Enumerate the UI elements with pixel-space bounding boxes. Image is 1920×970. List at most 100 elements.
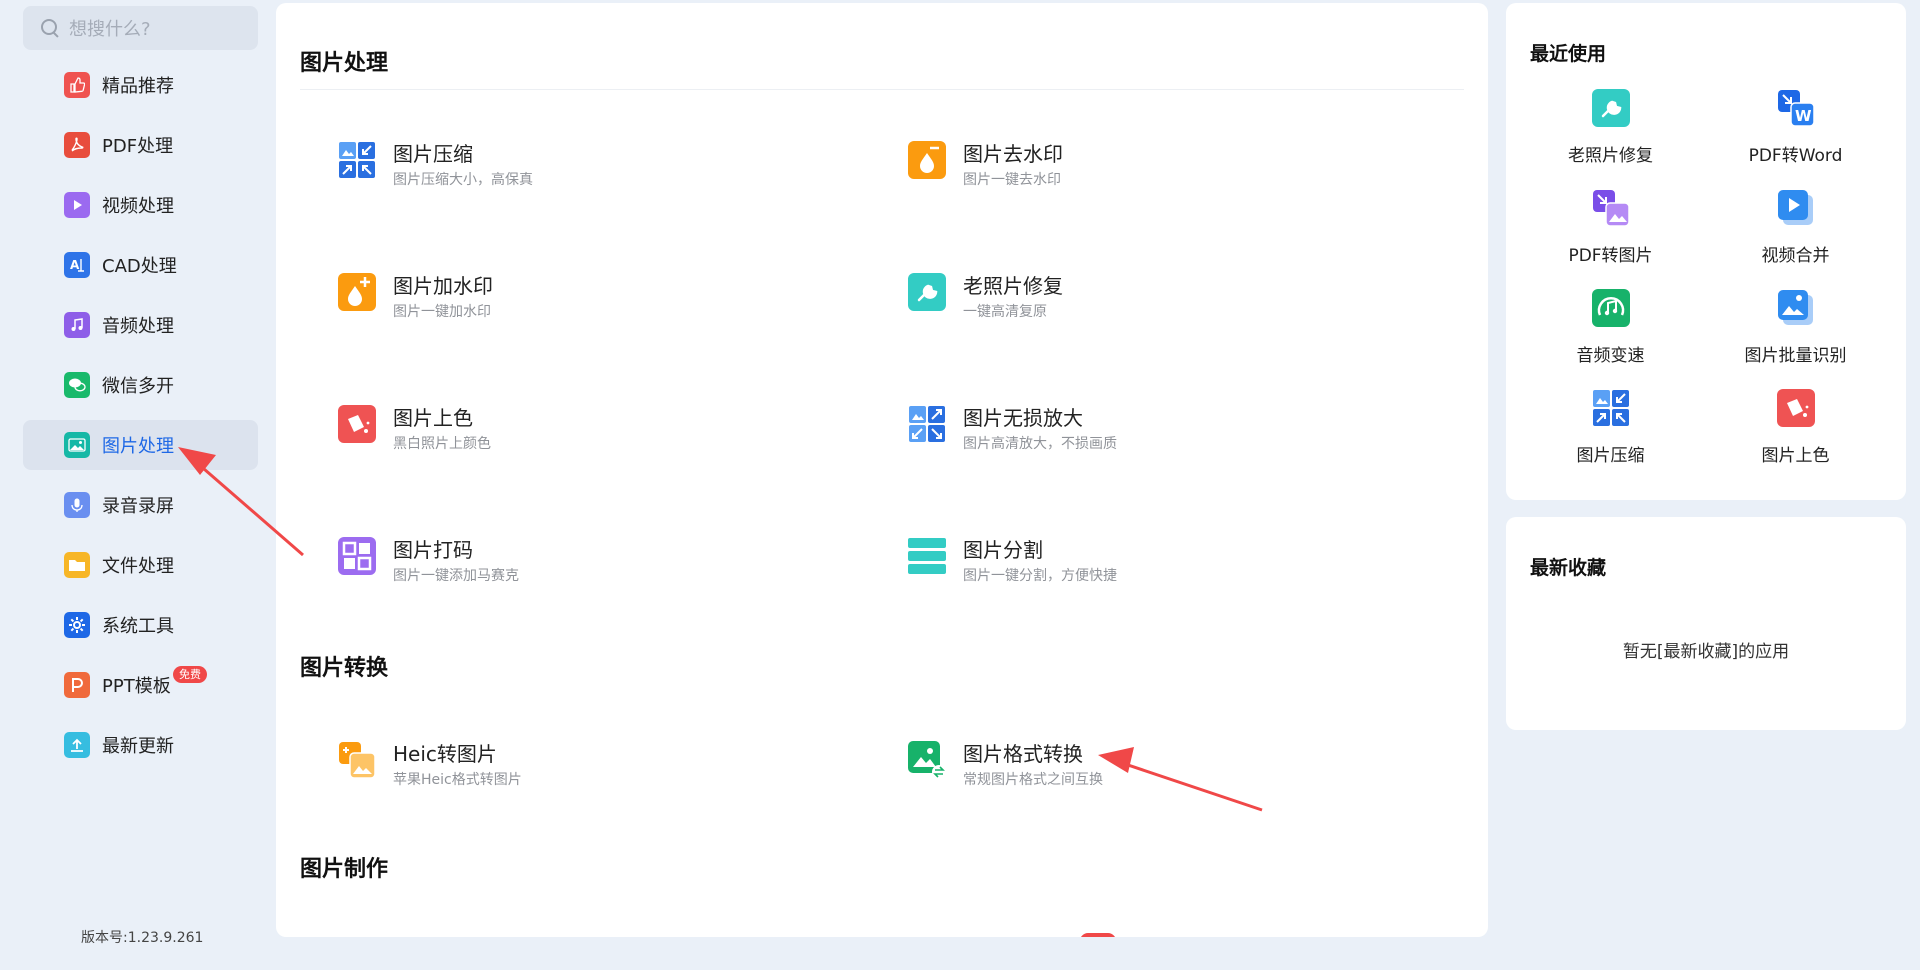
tool-description: 图片一键去水印 — [963, 172, 1061, 188]
recent-item-label: PDF转Word — [1748, 146, 1843, 166]
tool-remove-watermark[interactable]: 图片去水印 图片一键去水印 — [908, 141, 1408, 189]
sidebar-item-recommended[interactable]: 精品推荐 — [23, 60, 258, 110]
sidebar-item-image[interactable]: 图片处理 — [23, 420, 258, 470]
sidebar-item-files[interactable]: 文件处理 — [23, 540, 258, 590]
recent-item-label: 图片上色 — [1761, 446, 1830, 466]
mosaic-icon — [338, 537, 376, 575]
folder-icon — [64, 552, 90, 578]
sidebar: 想搜什么? 精品推荐 PDF处理 视频处理 A CAD处理 音频处理 微信多开 … — [0, 0, 270, 970]
sidebar-item-label: 最新更新 — [102, 736, 174, 757]
sidebar-item-updates[interactable]: 最新更新 — [23, 720, 258, 770]
tool-mosaic[interactable]: 图片打码 图片一键添加马赛克 — [338, 537, 838, 585]
sidebar-item-audio[interactable]: 音频处理 — [23, 300, 258, 350]
recent-item-label: 图片压缩 — [1576, 446, 1645, 466]
recent-item-label: 音频变速 — [1576, 346, 1645, 366]
favorites-empty-text: 暂无[最新收藏]的应用 — [1622, 642, 1790, 662]
colorize-icon — [338, 405, 376, 443]
sidebar-item-ppt[interactable]: PPT模板 免费 — [23, 660, 258, 710]
gear-icon — [64, 612, 90, 638]
photo-repair-icon — [1591, 89, 1630, 127]
tool-description: 图片压缩大小，高保真 — [393, 172, 533, 188]
tool-name: 图片加水印 — [393, 274, 493, 298]
tool-split[interactable]: 图片分割 图片一键分割，方便快捷 — [908, 537, 1408, 585]
tool-description: 一键高清复原 — [963, 304, 1047, 320]
tool-description: 图片一键添加马赛克 — [393, 568, 519, 584]
tool-upscale[interactable]: 图片无损放大 图片高清放大，不损画质 — [908, 405, 1408, 453]
tool-description: 图片一键加水印 — [393, 304, 491, 320]
sidebar-item-video[interactable]: 视频处理 — [23, 180, 258, 230]
pdf-icon — [64, 132, 90, 158]
sidebar-item-label: 系统工具 — [102, 616, 174, 637]
recent-item[interactable]: 图片上色 — [1703, 389, 1888, 466]
sidebar-item-wechat[interactable]: 微信多开 — [23, 360, 258, 410]
tool-photo-repair[interactable]: 老照片修复 一键高清复原 — [908, 273, 1408, 321]
favorites-card: 最新收藏 暂无[最新收藏]的应用 — [1506, 517, 1906, 730]
tool-add-watermark[interactable]: 图片加水印 图片一键加水印 — [338, 273, 838, 321]
recent-item[interactable]: PDF转图片 — [1518, 189, 1703, 266]
thumbs-up-icon — [64, 72, 90, 98]
sidebar-item-label: 视频处理 — [102, 196, 174, 217]
divider — [300, 89, 1464, 90]
tool-colorize[interactable]: 图片上色 黑白照片上颜色 — [338, 405, 838, 453]
section-title-image-conversion: 图片转换 — [300, 656, 389, 681]
svg-text:A: A — [70, 258, 80, 272]
format-convert-icon — [908, 741, 946, 779]
recent-title: 最近使用 — [1530, 43, 1607, 65]
favorites-title: 最新收藏 — [1530, 557, 1607, 579]
tool-name: 图片压缩 — [393, 142, 473, 166]
partial-badge — [1080, 933, 1116, 937]
recent-item[interactable]: 音频变速 — [1518, 289, 1703, 366]
tool-description: 图片高清放大，不损画质 — [963, 436, 1117, 452]
upscale-icon — [909, 406, 945, 442]
main-panel: 图片处理 图片压缩 图片压缩大小，高保真 图片去水印 图片一键去水印 图片加水印… — [276, 3, 1488, 937]
tool-image-compress[interactable]: 图片压缩 图片压缩大小，高保真 — [338, 141, 838, 189]
svg-text:W: W — [1795, 107, 1812, 125]
tool-description: 黑白照片上颜色 — [393, 436, 491, 452]
recent-item-label: PDF转图片 — [1568, 246, 1653, 266]
search-icon — [41, 19, 59, 37]
tool-name: 老照片修复 — [963, 274, 1063, 298]
image-compress-icon — [339, 142, 375, 178]
search-box[interactable]: 想搜什么? — [23, 6, 258, 50]
sidebar-item-label: 文件处理 — [102, 556, 174, 577]
wechat-icon — [64, 372, 90, 398]
sidebar-item-label: PDF处理 — [102, 136, 174, 157]
ppt-icon — [64, 672, 90, 698]
recent-item[interactable]: 图片压缩 — [1518, 389, 1703, 466]
sidebar-item-label: 精品推荐 — [102, 76, 174, 97]
recent-item-label: 视频合并 — [1761, 246, 1830, 266]
sidebar-item-pdf[interactable]: PDF处理 — [23, 120, 258, 170]
sidebar-item-system-tools[interactable]: 系统工具 — [23, 600, 258, 650]
sidebar-nav: 精品推荐 PDF处理 视频处理 A CAD处理 音频处理 微信多开 图片处理 录… — [23, 60, 258, 780]
sidebar-item-recording[interactable]: 录音录屏 — [23, 480, 258, 530]
recent-item[interactable]: 视频合并 — [1703, 189, 1888, 266]
section-title-image-processing: 图片处理 — [300, 51, 389, 76]
music-note-icon — [64, 312, 90, 338]
tool-name: 图片分割 — [963, 538, 1043, 562]
recent-card: 最近使用 老照片修复 W PDF转Word PDF转图片 视频合并 音频变速 图… — [1506, 3, 1906, 500]
add-watermark-icon — [338, 273, 376, 311]
video-play-icon — [64, 192, 90, 218]
microphone-icon — [64, 492, 90, 518]
remove-watermark-icon — [908, 141, 946, 179]
sidebar-item-cad[interactable]: A CAD处理 — [23, 240, 258, 290]
tool-heic-convert[interactable]: Heic转图片 苹果Heic格式转图片 — [338, 741, 838, 789]
sidebar-item-label: 录音录屏 — [102, 496, 174, 517]
image-compress-icon — [1592, 390, 1629, 426]
tool-name: 图片打码 — [393, 538, 473, 562]
search-placeholder: 想搜什么? — [69, 19, 151, 40]
photo-repair-icon — [908, 273, 946, 311]
sidebar-item-label: 微信多开 — [102, 376, 174, 397]
sidebar-item-label: 音频处理 — [102, 316, 174, 337]
image-icon — [64, 432, 90, 458]
heic-convert-icon — [339, 742, 376, 779]
tool-description: 图片一键分割，方便快捷 — [963, 568, 1117, 584]
recent-item[interactable]: 老照片修复 — [1518, 89, 1703, 166]
recent-item[interactable]: W PDF转Word — [1703, 89, 1888, 166]
tool-name: Heic转图片 — [393, 742, 497, 766]
tool-format-convert[interactable]: 图片格式转换 常规图片格式之间互换 — [908, 741, 1408, 789]
cad-icon: A — [64, 252, 90, 278]
recent-item[interactable]: 图片批量识别 — [1703, 289, 1888, 366]
sidebar-item-label: 图片处理 — [102, 436, 174, 457]
tool-name: 图片去水印 — [963, 142, 1063, 166]
